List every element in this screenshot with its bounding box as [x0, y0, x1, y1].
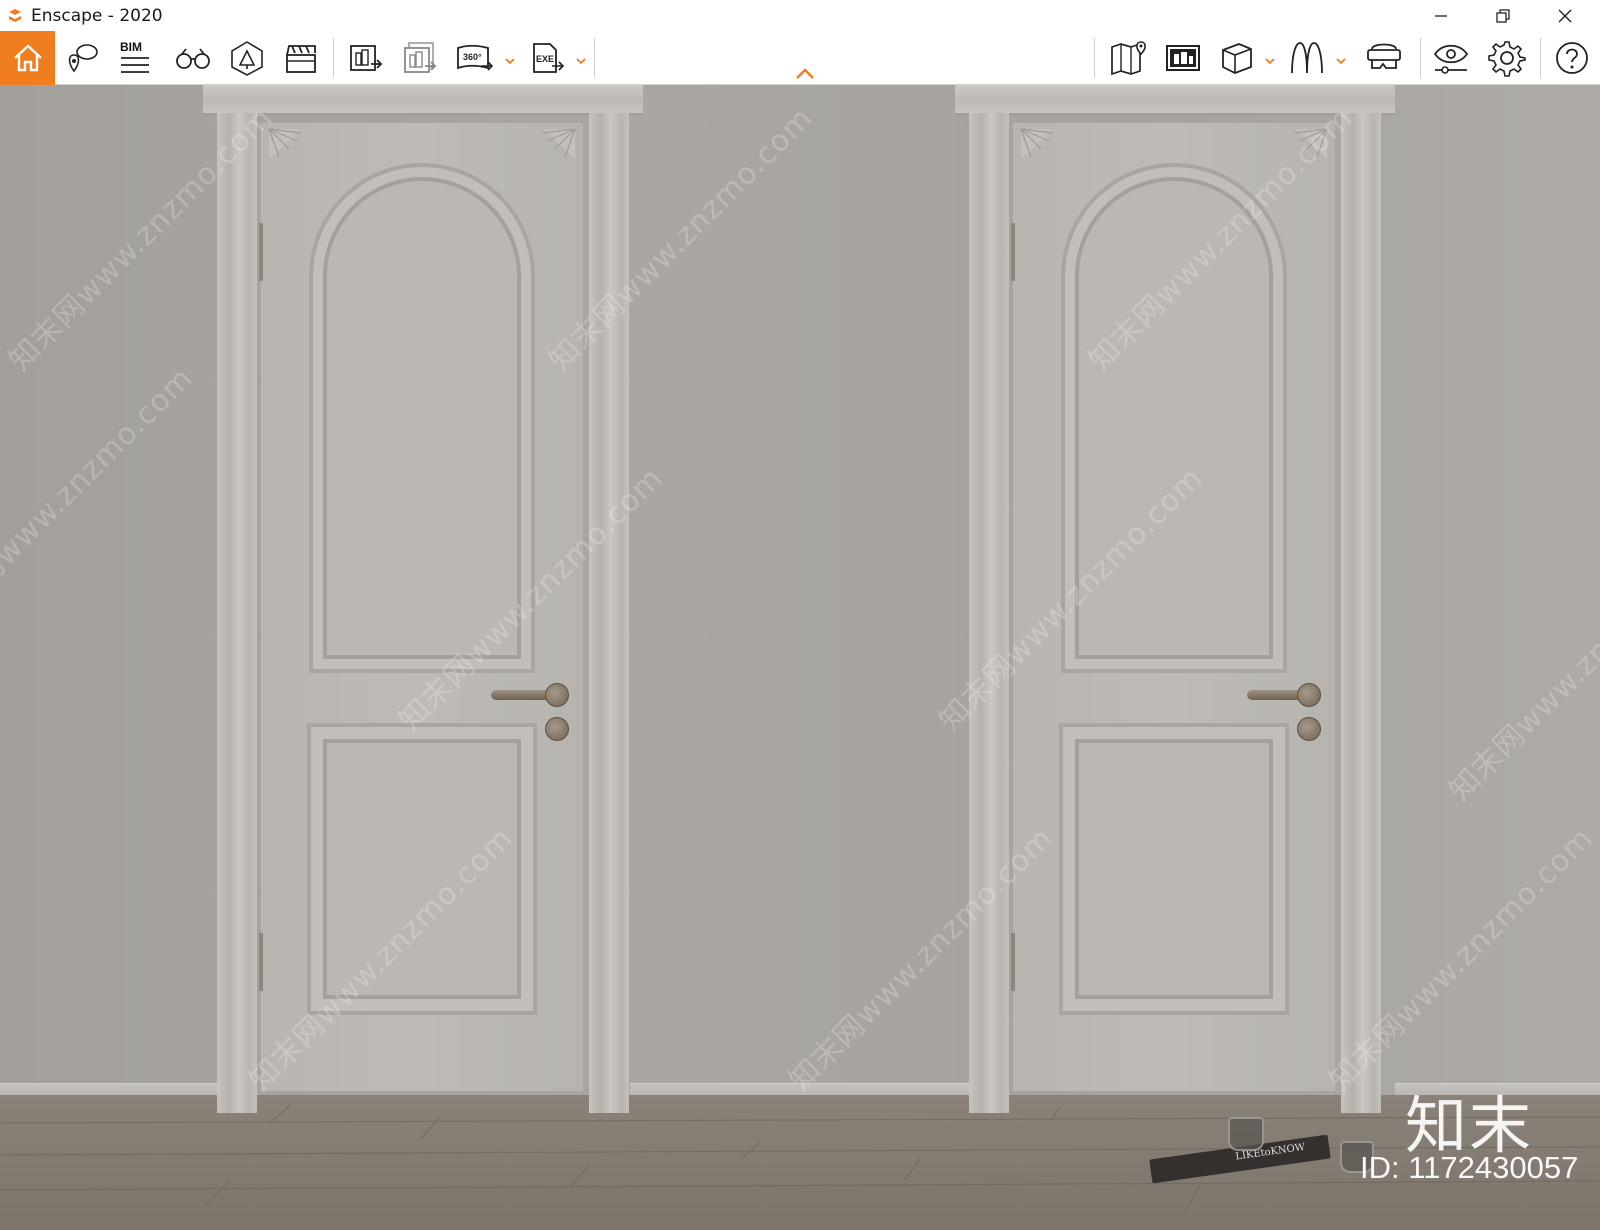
binoculars-icon: [176, 48, 210, 69]
shell-carving-icon: [1020, 128, 1054, 159]
asset-library-button[interactable]: [224, 31, 270, 85]
settings-button[interactable]: [1484, 31, 1530, 85]
walk-dropdown[interactable]: [1335, 53, 1347, 65]
toolbar-separator: [1540, 38, 1541, 78]
image-id-label: ID: 1172430057: [1360, 1150, 1579, 1185]
chevron-down-icon: [1336, 58, 1346, 65]
chevron-up-icon: [796, 68, 814, 79]
walk-icon: [1291, 42, 1323, 74]
glass: [1228, 1117, 1264, 1151]
render-viewport[interactable]: LIKEtoKNOW 知末网www.znzmo.com 知末网www.znzmo…: [0, 85, 1600, 1230]
cube-dropdown[interactable]: [1264, 53, 1276, 65]
door-casing: [969, 113, 1009, 1113]
visual-settings-button[interactable]: [1428, 31, 1474, 85]
video-editor-button[interactable]: [278, 31, 324, 85]
asset-bell-icon: [231, 41, 263, 76]
help-button[interactable]: [1549, 31, 1595, 85]
chevron-down-icon: [505, 58, 515, 65]
minimize-icon: [1435, 14, 1447, 17]
enscape-logo-icon: [5, 6, 25, 26]
hinge: [1011, 223, 1015, 281]
help-icon: [1556, 42, 1588, 74]
lower-panel: [1059, 723, 1289, 1015]
toolbar-separator: [1094, 38, 1095, 78]
batch-render-button[interactable]: [397, 31, 443, 85]
chevron-down-icon: [1265, 58, 1275, 65]
hinge: [259, 223, 263, 281]
walk-button[interactable]: [1284, 31, 1330, 85]
eye-settings-icon: [1433, 44, 1469, 74]
panorama-dropdown[interactable]: [504, 53, 516, 65]
toolbar-separator: [1420, 38, 1421, 78]
toolbar-separator: [333, 38, 334, 78]
vr-headset-button[interactable]: [1361, 31, 1407, 85]
screenshot-button[interactable]: [1160, 31, 1206, 85]
door-casing: [217, 113, 257, 1113]
door-handle: [491, 690, 553, 700]
collapse-toolbar-button[interactable]: [788, 61, 822, 87]
panorama-button[interactable]: 360°: [452, 31, 498, 85]
title-bar: Enscape - 2020: [0, 0, 1600, 31]
exe-export-icon: EXE: [533, 43, 565, 73]
window-title: Enscape - 2020: [31, 5, 163, 26]
chevron-down-icon: [576, 58, 586, 65]
close-icon: [1558, 9, 1572, 22]
door-pediment: [203, 85, 643, 115]
hinge: [259, 933, 263, 991]
bim-label: BIM: [120, 40, 142, 54]
location-bubble-icon: [68, 44, 98, 73]
map-button[interactable]: [1106, 31, 1152, 85]
map-pin-icon: [1111, 41, 1146, 76]
cube-button[interactable]: [1214, 31, 1260, 85]
home-button[interactable]: [0, 31, 55, 85]
vr-headset-icon: [1367, 43, 1401, 69]
hinge: [1011, 933, 1015, 991]
render-image-icon: [350, 45, 383, 71]
door-casing: [1341, 113, 1381, 1113]
bim-button[interactable]: BIM: [112, 31, 158, 85]
close-button[interactable]: [1534, 0, 1596, 31]
toolbar: BIM 360° EXE: [0, 31, 1600, 85]
watermark: 知末网www.znzmo.com: [1442, 530, 1600, 809]
restore-icon: [1496, 8, 1510, 23]
lock-rose: [1297, 717, 1321, 741]
shell-carving-icon: [542, 128, 576, 159]
restore-button[interactable]: [1472, 0, 1534, 31]
binoculars-button[interactable]: [170, 31, 216, 85]
screenshot-icon: [1166, 45, 1200, 71]
cube-icon: [1222, 43, 1252, 74]
exe-export-dropdown[interactable]: [575, 53, 587, 65]
batch-render-icon: [404, 42, 437, 73]
handle-rose: [545, 683, 569, 707]
home-icon: [13, 44, 42, 72]
svg-text:EXE: EXE: [536, 54, 554, 64]
clapperboard-icon: [286, 45, 316, 73]
panorama-360-icon: 360°: [457, 44, 494, 71]
watermark: 知末网www.znzmo.com: [0, 360, 201, 639]
handle-rose: [1297, 683, 1321, 707]
svg-text:360°: 360°: [463, 52, 482, 62]
minimize-button[interactable]: [1410, 0, 1472, 31]
render-image-button[interactable]: [343, 31, 389, 85]
door-right: [955, 85, 1395, 1115]
gear-icon: [1488, 41, 1526, 77]
exe-export-button[interactable]: EXE: [524, 31, 570, 85]
door-left: [203, 85, 643, 1115]
views-button[interactable]: [60, 31, 104, 85]
lock-rose: [545, 717, 569, 741]
toolbar-separator: [594, 38, 595, 78]
